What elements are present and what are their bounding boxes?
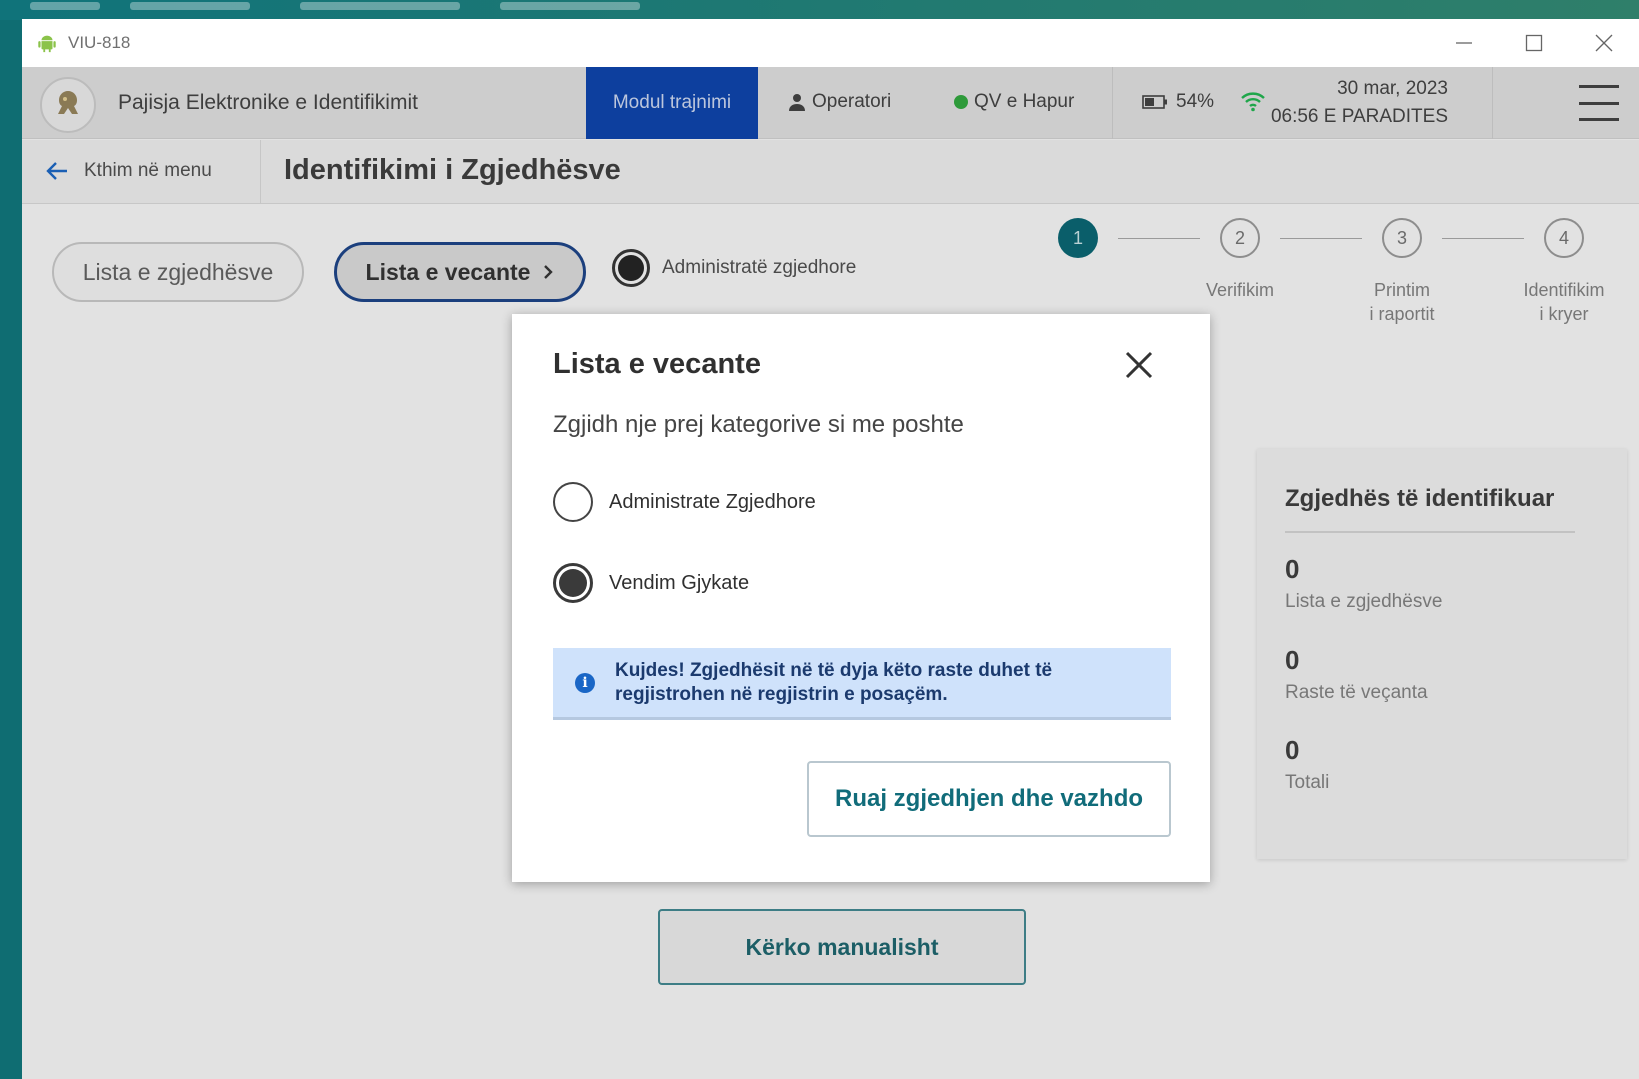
option-vendim-gjykate[interactable]: Vendim Gjykate (553, 563, 749, 603)
time-label: 06:56 E PARADITES (1270, 106, 1448, 127)
radio-unselected-icon (553, 482, 593, 522)
stats-title: Zgjedhës të identifikuar (1285, 485, 1555, 512)
android-icon (38, 35, 56, 53)
step-3-indicator: 3 (1382, 218, 1422, 258)
date-time: 30 mar, 2023 06:56 E PARADITES (1258, 75, 1448, 131)
identified-voters-panel: Zgjedhës të identifikuar 0 Lista e zgjed… (1257, 449, 1627, 859)
stat-total-value: 0 (1285, 735, 1300, 765)
chevron-right-icon (544, 265, 554, 279)
page-title: Identifikimi i Zgjedhësve (284, 154, 621, 186)
eagle-logo-icon (40, 77, 96, 133)
desktop-taskbar-strip (0, 0, 1639, 20)
operator-label: Operatori (812, 91, 892, 112)
training-mode-tab[interactable]: Modul trajnimi (586, 67, 758, 139)
battery-icon (1142, 95, 1167, 109)
stat-voter-list-value: 0 (1285, 554, 1300, 584)
sub-header: Kthim në menu Identifikimi i Zgjedhësve (22, 140, 1639, 204)
special-list-dialog: Lista e vecante Zgjidh nje prej kategori… (512, 314, 1210, 882)
stat-special-cases-label: Raste të veçanta (1285, 682, 1428, 703)
tab-special-list-label: Lista e vecante (365, 258, 531, 285)
info-icon: i (575, 672, 595, 693)
app-header: Pajisja Elektronike e Identifikimit Modu… (22, 67, 1639, 139)
arrow-left-icon (46, 162, 67, 180)
warning-alert: i Kujdes! Zgjedhësit në të dyja këto ras… (553, 648, 1171, 720)
step-4-label: Identifikim i kryer (1523, 280, 1605, 324)
minimize-icon (1456, 42, 1472, 44)
search-manually-button[interactable]: Kërko manualisht (658, 909, 1026, 985)
dialog-title: Lista e vecante (553, 348, 761, 380)
app-window: VIU-818 Pajisja Elektronike e Identifiki… (22, 19, 1639, 1079)
operator-menu[interactable]: Operatori (788, 91, 891, 113)
stat-special-cases-value: 0 (1285, 645, 1300, 675)
status-dot-icon (954, 95, 968, 109)
maximize-button[interactable] (1499, 19, 1569, 67)
close-icon (1595, 34, 1613, 52)
hamburger-menu-icon[interactable] (1579, 85, 1619, 121)
admin-option-label: Administratë zgjedhore (662, 257, 857, 278)
stat-voter-list-label: Lista e zgjedhësve (1285, 591, 1443, 612)
app-name: Pajisja Elektronike e Identifikimit (118, 91, 418, 114)
stat-total-label: Totali (1285, 772, 1330, 793)
admin-option-radio[interactable]: Administratë zgjedhore (612, 249, 856, 287)
back-to-menu-button[interactable]: Kthim në menu (46, 160, 212, 182)
step-3-label: Printim i raportit (1369, 280, 1435, 324)
alert-text: Kujdes! Zgjedhësit në të dyja këto raste… (615, 659, 1053, 705)
window-titlebar: VIU-818 (22, 19, 1639, 67)
battery-percent: 54% (1176, 91, 1215, 112)
window-title: VIU-818 (68, 33, 131, 52)
battery-status: 54% (1142, 91, 1214, 113)
option-label: Administrate Zgjedhore (609, 490, 816, 513)
option-label: Vendim Gjykate (609, 571, 750, 594)
minimize-button[interactable] (1429, 19, 1499, 67)
radio-selected-icon (553, 563, 593, 603)
close-dialog-icon[interactable] (1120, 346, 1158, 384)
tab-special-list[interactable]: Lista e vecante (334, 242, 586, 302)
close-window-button[interactable] (1569, 19, 1639, 67)
dialog-subtitle: Zgjidh nje prej kategorive si me poshte (553, 411, 964, 438)
station-status-label: QV e Hapur (974, 91, 1075, 112)
save-and-continue-button[interactable]: Ruaj zgjedhjen dhe vazhdo (807, 761, 1171, 837)
step-2-indicator: 2 (1220, 218, 1260, 258)
radio-selected-icon (612, 249, 650, 287)
maximize-icon (1525, 34, 1543, 52)
step-2-label: Verifikim (1205, 280, 1274, 300)
step-1-indicator: 1 (1058, 218, 1098, 258)
tab-voter-list[interactable]: Lista e zgjedhësve (52, 242, 304, 302)
user-icon (789, 94, 805, 111)
station-status: QV e Hapur (954, 91, 1074, 113)
date-label: 30 mar, 2023 (1337, 78, 1448, 99)
option-administrate-zgjedhore[interactable]: Administrate Zgjedhore (553, 482, 816, 522)
back-label: Kthim në menu (84, 160, 212, 181)
step-4-indicator: 4 (1544, 218, 1584, 258)
